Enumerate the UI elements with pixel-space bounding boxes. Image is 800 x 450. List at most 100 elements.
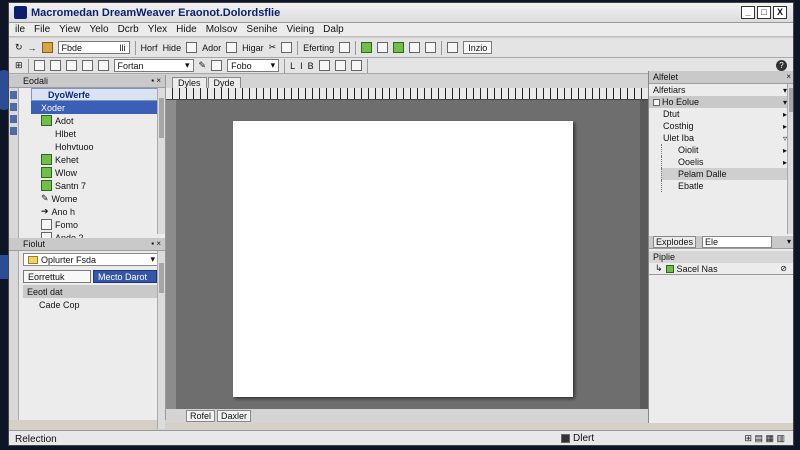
tree-item[interactable]: Xoder [31,101,165,114]
help-icon[interactable]: ? [776,60,787,71]
menu-ylex[interactable]: Ylex [148,24,167,35]
menu-hide[interactable]: Hide [176,24,197,35]
left-tree-scrollbar[interactable] [157,88,165,234]
grid-icon[interactable] [281,42,293,53]
globe-icon[interactable] [361,42,373,53]
arrow-right-icon[interactable]: → [28,41,37,55]
close-button[interactable]: X [773,6,787,19]
bold-button[interactable]: B [308,59,314,73]
menu-file[interactable]: File [34,24,50,35]
tree-item[interactable]: Santn 7 [19,179,165,192]
tree-item[interactable]: Hlbet [19,127,165,140]
bottom-tab-rofel[interactable]: Rofel [186,410,216,422]
tree-root[interactable]: DyoWerfe [31,88,165,101]
doc-tab-dyles[interactable]: Dyles [172,77,207,88]
tree-item[interactable]: ✎ Wome [19,192,165,205]
right-tab-ele[interactable]: Ele [702,236,773,248]
size-select[interactable]: Fobo ▾ [227,59,280,72]
bottom-tab-daxler[interactable]: Daxler [217,410,252,422]
tag-row[interactable]: Oiolit ▸ [661,144,793,156]
panel-options-icon[interactable]: ▪ × [151,76,161,85]
maximize-button[interactable]: □ [757,6,771,19]
align-right-icon[interactable] [65,60,77,71]
tag-row[interactable]: Ooelis ▸ [661,156,793,168]
list-icon[interactable] [81,60,93,71]
site-field[interactable]: Eorrettuk [23,270,91,283]
right-item-3[interactable]: ↳ Sacel Nas ⊘ [649,263,793,275]
toolbar-button-higar[interactable]: Higar [242,41,264,55]
tree-item[interactable]: Kehet [19,153,165,166]
tree-item[interactable]: Adot [19,114,165,127]
panel-options-icon[interactable]: × [786,72,791,81]
folder-open-icon[interactable] [41,42,53,53]
menu-yiew[interactable]: Yiew [59,24,80,35]
tag-row[interactable]: Ulet Iba ▿ [649,132,793,144]
layout-icon[interactable] [339,42,351,53]
scissors-icon[interactable]: ✂ [269,41,277,55]
chevron-down-icon[interactable]: ▾ [787,237,791,246]
toolbar-button-horf[interactable]: Horf [141,41,158,55]
refresh-icon[interactable]: ↻ [15,41,23,55]
anchor-icon[interactable] [350,60,362,71]
font-select[interactable]: Fbde lli [57,41,130,54]
site-item[interactable]: Cade Cop [23,298,165,311]
toolbar-button-eferting[interactable]: Eferting [303,41,334,55]
right-panel-header[interactable]: Alfelet × [649,71,793,84]
menu-dcrb[interactable]: Dcrb [118,24,139,35]
template-icon[interactable] [409,42,421,53]
align-l-button[interactable]: L [290,59,295,73]
menu-yelo[interactable]: Yelo [89,24,108,35]
tree-item[interactable]: Hohvtuoo [19,140,165,153]
toolbar-button-ador[interactable]: Ador [202,41,221,55]
image-icon[interactable] [186,42,198,53]
scrollbar-thumb[interactable] [789,88,793,112]
doc-tab-dyde[interactable]: Dyde [207,77,241,88]
asset-icon[interactable] [425,42,437,53]
site-folder-select[interactable]: Oplurter Fsda ▾ [23,253,159,266]
link-icon[interactable] [318,60,330,71]
tree-item[interactable]: ➔ Ano h [19,205,165,218]
scrollbar-thumb[interactable] [159,98,164,138]
site-subheader[interactable]: Eeotl dat [23,285,159,298]
align-center-icon[interactable] [49,60,61,71]
tag-row[interactable]: Dtut ▸ [649,108,793,120]
menu-ile[interactable]: ile [15,24,25,35]
italic-button[interactable]: I [300,59,303,73]
minimize-button[interactable]: _ [741,6,755,19]
media-icon[interactable] [447,42,459,53]
pencil-icon[interactable]: ✎ [199,59,207,73]
tag-row[interactable]: Ho Eolue ▾ [649,96,793,108]
menu-molsov[interactable]: Molsov [206,24,238,35]
right-header-3[interactable]: Piplie [649,251,793,263]
scrollbar-thumb[interactable] [159,263,164,293]
tree-item[interactable]: Wlow [19,166,165,179]
document-scrollbar[interactable] [640,100,648,409]
target-icon[interactable] [334,60,346,71]
grid-toggle-icon[interactable]: ⊞ [15,59,23,73]
color-icon[interactable] [211,60,223,71]
align-left-icon[interactable] [33,60,45,71]
status-controls[interactable]: ⊞ ▤ ▦ ▥ [744,433,785,444]
design-canvas-page[interactable] [233,121,573,397]
tree-item[interactable]: Fomo [19,218,165,231]
indent-icon[interactable] [97,60,109,71]
close-circle-icon[interactable]: ⊘ [780,264,787,273]
left-panel-header[interactable]: Eodali ▪ × [9,75,165,88]
table-icon[interactable] [226,42,238,53]
tag-row[interactable]: Pelam Dalle [661,168,793,180]
left-panel-second-header[interactable]: Fiolut ▪ × [9,238,165,251]
toolbar-button-hide[interactable]: Hide [163,41,182,55]
right-tab-explodes[interactable]: Explodes [653,236,697,248]
left-site-scrollbar[interactable] [157,251,165,429]
tag-row[interactable]: Ebatle [661,180,793,192]
panel-options-icon[interactable]: ▪ × [151,239,161,248]
tag-row[interactable]: Costhig ▸ [649,120,793,132]
right-subheader[interactable]: Alfetiars ▾ [649,84,793,96]
menu-vieing[interactable]: Vieing [287,24,315,35]
toolbar-button-inzio[interactable]: Inzio [463,41,493,54]
right-tree-scrollbar[interactable] [787,84,793,234]
menu-dalp[interactable]: Dalp [323,24,344,35]
menu-senihe[interactable]: Senihe [246,24,277,35]
style-select[interactable]: Fortan ▾ [113,59,194,72]
frame-icon[interactable] [393,42,405,53]
